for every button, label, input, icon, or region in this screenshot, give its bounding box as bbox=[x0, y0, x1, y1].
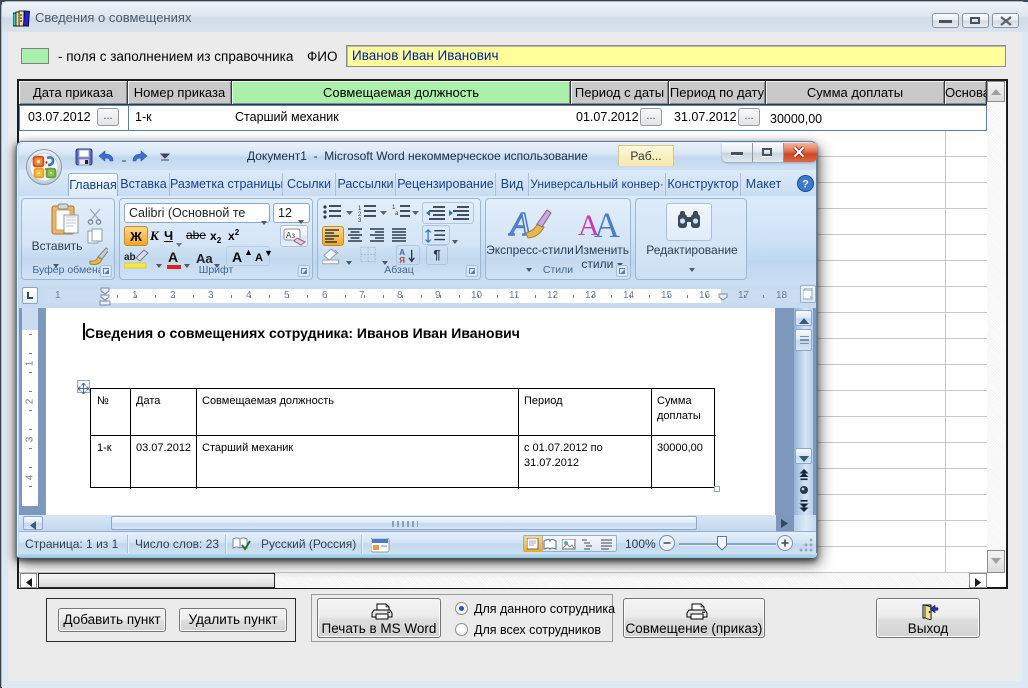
svg-text:3: 3 bbox=[358, 218, 362, 223]
svg-text:A: A bbox=[594, 205, 620, 241]
svg-text:Аз: Аз bbox=[286, 231, 295, 240]
svg-text:a: a bbox=[395, 211, 399, 217]
svg-text:?: ? bbox=[802, 179, 809, 191]
svg-text:ab: ab bbox=[124, 252, 136, 263]
svg-text:Я: Я bbox=[399, 256, 405, 264]
